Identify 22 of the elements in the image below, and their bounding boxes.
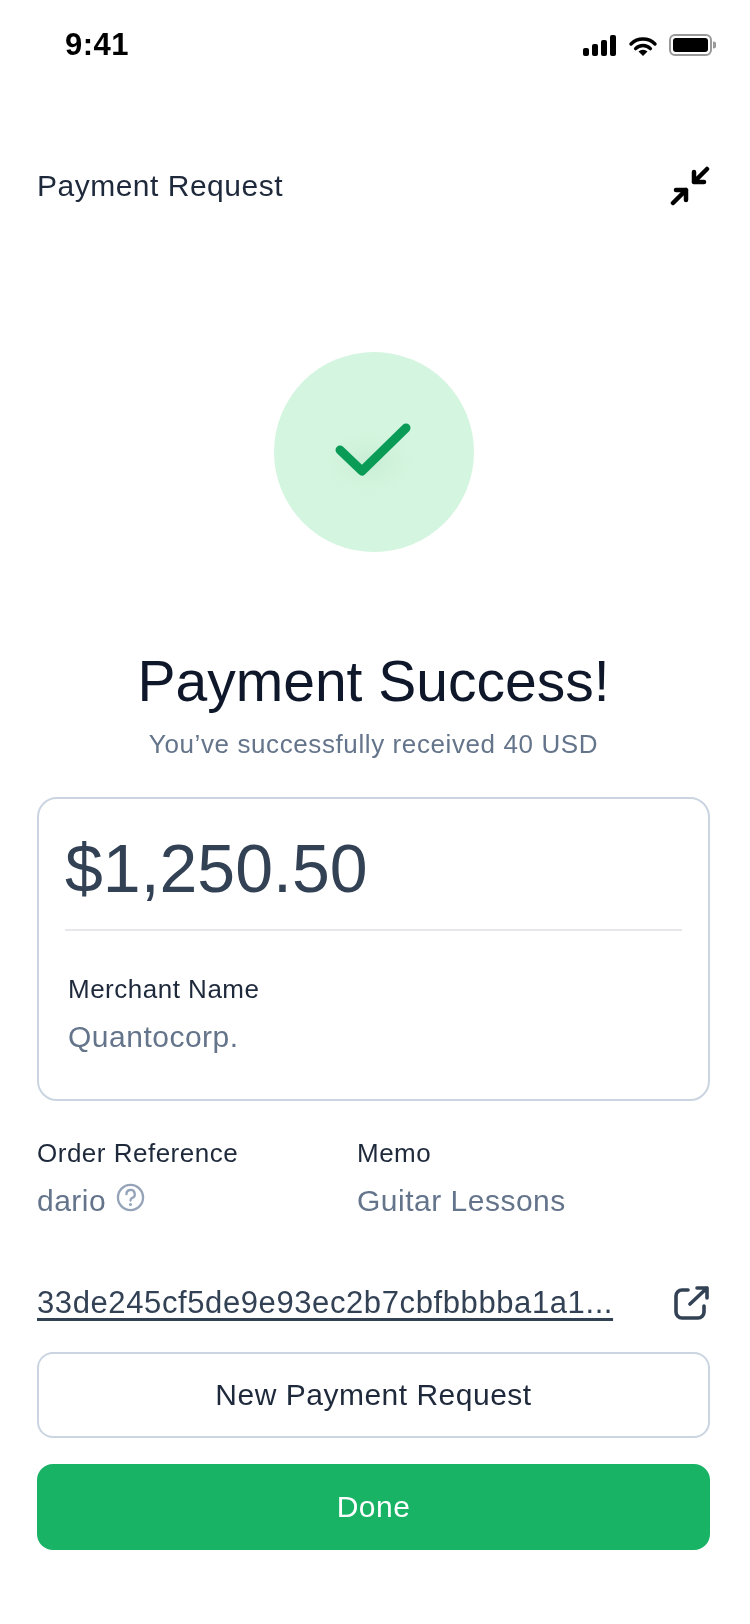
external-link-icon bbox=[674, 1286, 710, 1320]
minimize-button[interactable] bbox=[670, 166, 710, 206]
field-label: Merchant Name bbox=[68, 973, 260, 1006]
transaction-link[interactable]: 33de245cf5de9e93ec2b7cbfbbbba1a1... bbox=[37, 1284, 614, 1322]
result-subtitle: You’ve successfully received 40 USD bbox=[148, 728, 599, 761]
detail-value: dario bbox=[37, 1183, 107, 1219]
status-time: 9:41 bbox=[64, 27, 130, 63]
new-request-button[interactable]: New Payment Request bbox=[37, 1352, 710, 1438]
amount-text: $1,250.50 bbox=[65, 829, 368, 908]
page-title: Payment Request bbox=[37, 169, 283, 203]
wifi-icon bbox=[628, 34, 658, 56]
help-icon[interactable] bbox=[116, 1182, 146, 1212]
detail-label: Memo bbox=[357, 1137, 432, 1170]
signal-icon bbox=[583, 34, 617, 56]
success-check-icon bbox=[273, 352, 474, 552]
detail-value: Guitar Lessons bbox=[357, 1183, 566, 1219]
open-external-button[interactable] bbox=[674, 1286, 710, 1320]
field-value: Quantocorp. bbox=[68, 1019, 239, 1055]
minimize-icon bbox=[670, 166, 710, 206]
result-title: Payment Success! bbox=[137, 648, 610, 715]
detail-label: Order Reference bbox=[37, 1137, 239, 1170]
battery-icon bbox=[669, 34, 716, 56]
